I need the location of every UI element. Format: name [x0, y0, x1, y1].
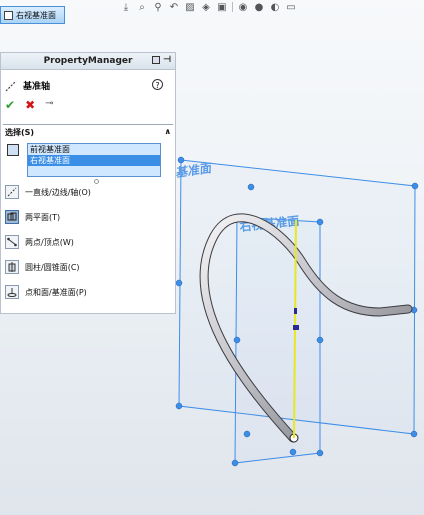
option-line-edge-axis[interactable]: 一直线/边线/轴(O) — [5, 185, 91, 199]
view-tab[interactable]: 右视基准面 — [0, 6, 65, 24]
help-button[interactable]: ? — [152, 79, 163, 90]
handle-dot[interactable] — [177, 156, 185, 164]
heads-up-toolbar: ⤓ ⌕ ⚲ ↶ ▨ ◈ ▣ ◉ ● ◐ ▭ — [120, 0, 297, 14]
previous-view-icon[interactable]: ↶ — [168, 1, 180, 13]
option-point-and-face[interactable]: 点和面/基准面(P) — [5, 285, 87, 299]
selection-item[interactable]: 右视基准面 — [28, 155, 160, 166]
point-face-icon — [5, 285, 19, 299]
ok-button[interactable]: ✔ — [5, 98, 15, 112]
handle-dot[interactable] — [247, 183, 255, 191]
selection-face-icon — [7, 144, 19, 156]
handle-dot[interactable] — [289, 448, 297, 456]
axis-feature-icon — [5, 80, 17, 91]
two-planes-icon — [5, 210, 19, 224]
handle-dot[interactable] — [316, 449, 324, 457]
zoom-fit-icon[interactable]: ⤓ — [120, 1, 132, 13]
view-orientation-icon[interactable]: ◈ — [200, 1, 212, 13]
pin-icon[interactable]: ⊣ — [163, 56, 171, 65]
selection-header-label: 选择(S) — [5, 128, 35, 137]
section-view-icon[interactable]: ▨ — [184, 1, 196, 13]
option-two-points[interactable]: 两点/顶点(W) — [5, 235, 74, 249]
handle-dot[interactable] — [175, 279, 183, 287]
option-label: 一直线/边线/轴(O) — [25, 187, 91, 197]
line-edge-axis-icon — [5, 185, 19, 199]
keep-visible-icon[interactable]: ⊸ — [45, 98, 53, 112]
hide-show-icon[interactable]: ◉ — [237, 1, 249, 13]
panel-title: PropertyManager — [43, 56, 133, 66]
plane-icon — [4, 10, 13, 20]
handle-dot[interactable] — [243, 430, 251, 438]
collapse-icon[interactable]: ∧ — [165, 127, 172, 138]
handle-dot[interactable] — [411, 182, 419, 190]
handle-dot[interactable] — [231, 459, 239, 467]
zoom-icon[interactable]: ⚲ — [152, 1, 164, 13]
option-cylinder-cone[interactable]: 圆柱/圆锥面(C) — [5, 260, 80, 274]
selection-section-header[interactable]: 选择(S) ∧ — [5, 127, 171, 138]
handle-dot[interactable] — [233, 336, 241, 344]
property-manager-panel: PropertyManager ⊣ 基准轴 ? ✔ ✖ ⊸ 选择(S) ∧ 前视… — [0, 52, 176, 314]
option-label: 圆柱/圆锥面(C) — [25, 262, 80, 272]
feature-title-row: 基准轴 — [5, 79, 50, 92]
scene-icon[interactable]: ◐ — [269, 1, 281, 13]
option-two-planes[interactable]: 两平面(T) — [5, 210, 60, 224]
cancel-button[interactable]: ✖ — [25, 98, 35, 112]
handle-dot[interactable] — [316, 218, 324, 226]
view-tab-label: 右视基准面 — [16, 10, 56, 20]
resize-handle[interactable] — [94, 179, 99, 184]
monitor-icon[interactable]: ▭ — [285, 1, 297, 13]
handle-dot[interactable] — [316, 336, 324, 344]
cylinder-icon — [5, 260, 19, 274]
feature-name: 基准轴 — [23, 82, 51, 92]
selection-item[interactable]: 前视基准面 — [28, 144, 160, 155]
display-style-icon[interactable]: ▣ — [216, 1, 228, 13]
zoom-area-icon[interactable]: ⌕ — [136, 1, 148, 13]
option-label: 点和面/基准面(P) — [25, 287, 87, 297]
selection-list[interactable]: 前视基准面 右视基准面 — [27, 143, 161, 177]
panel-options-icon[interactable] — [152, 56, 160, 64]
action-buttons: ✔ ✖ ⊸ — [5, 98, 54, 112]
appearance-icon[interactable]: ● — [253, 1, 265, 13]
option-label: 两平面(T) — [25, 212, 61, 222]
panel-header: PropertyManager ⊣ — [1, 53, 175, 70]
option-label: 两点/顶点(W) — [25, 237, 74, 247]
handle-dot[interactable] — [175, 402, 183, 410]
two-points-icon — [5, 235, 19, 249]
handle-dot[interactable] — [410, 430, 418, 438]
